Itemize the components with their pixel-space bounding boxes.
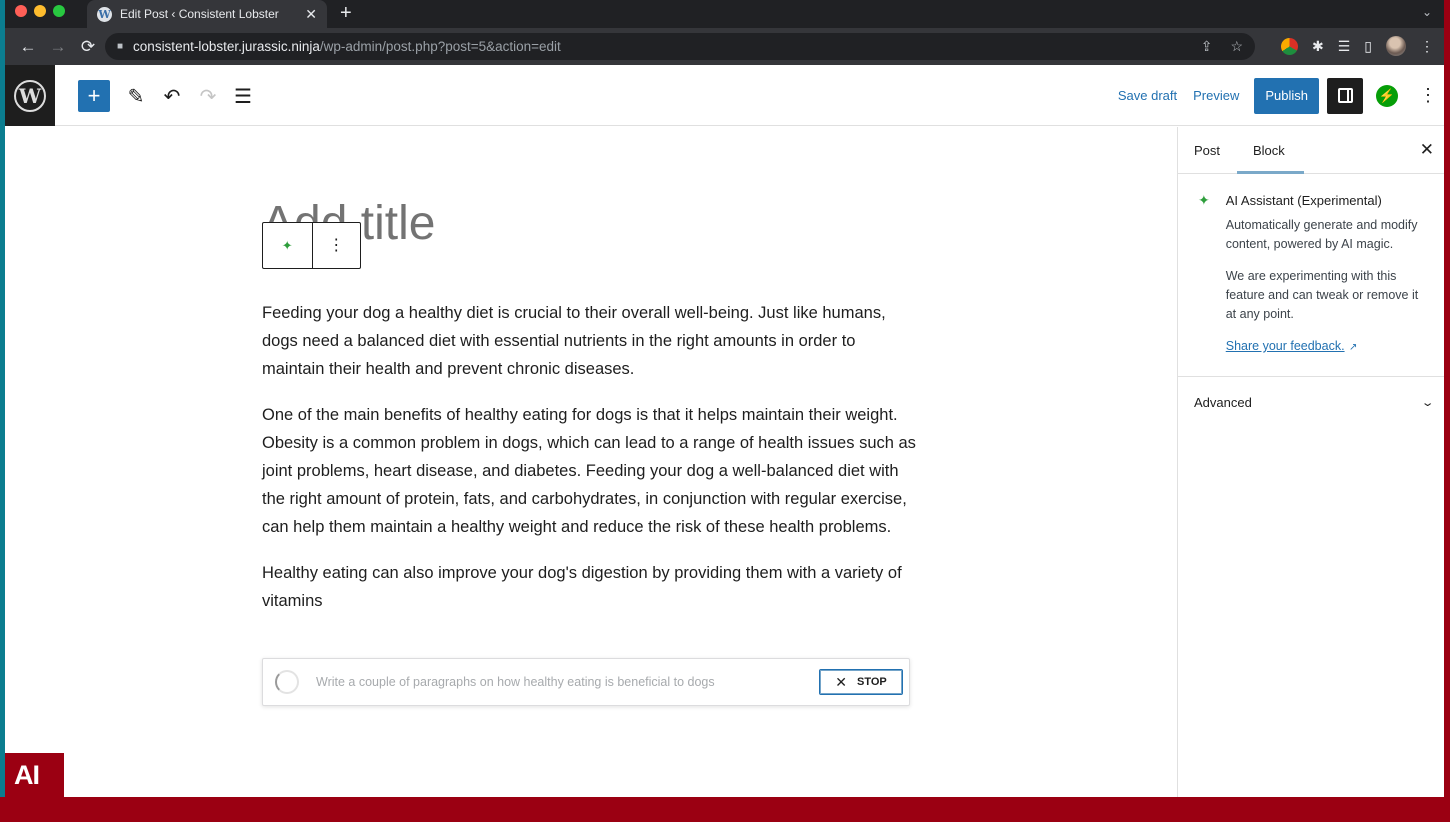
window-controls	[15, 5, 65, 17]
frame-bottom-bar	[0, 797, 1450, 822]
frame-left-border	[0, 0, 5, 797]
undo-icon[interactable]: ↶	[159, 81, 185, 111]
post-content[interactable]: Feeding your dog a healthy diet is cruci…	[262, 299, 917, 633]
header-actions: Save draft Preview Publish ⚡ ⋮	[1110, 65, 1444, 126]
more-vertical-icon: ⋮	[328, 236, 345, 254]
chevron-down-icon: ⌄	[1420, 396, 1435, 409]
ai-sparkle-icon: ✦	[281, 237, 293, 253]
stop-button[interactable]: ✕ STOP	[819, 669, 903, 695]
save-draft-button[interactable]: Save draft	[1110, 88, 1185, 103]
feedback-link[interactable]: Share your feedback.	[1226, 339, 1345, 353]
block-card-description: Automatically generate and modify conten…	[1225, 218, 1418, 251]
url-input[interactable]: ■ consistent-lobster.jurassic.ninja /wp-…	[105, 33, 1255, 60]
tab-post[interactable]: Post	[1194, 143, 1220, 158]
media-control-icon[interactable]: ☰	[1338, 38, 1351, 55]
lock-icon: ■	[117, 41, 124, 52]
list-view-icon[interactable]: ☰	[230, 81, 256, 111]
tab-strip: W Edit Post ‹ Consistent Lobster ✕ + ⌄	[5, 0, 1444, 28]
browser-tab[interactable]: W Edit Post ‹ Consistent Lobster ✕	[87, 0, 327, 28]
share-icon[interactable]: ⇪	[1201, 38, 1213, 55]
browser-menu-icon[interactable]: ⋮	[1420, 38, 1434, 55]
loading-spinner-icon	[275, 670, 299, 694]
close-window-button[interactable]	[15, 5, 27, 17]
jetpack-icon[interactable]: ⚡	[1376, 84, 1398, 107]
close-sidebar-icon[interactable]: ✕	[1420, 140, 1434, 160]
extensions-puzzle-icon[interactable]: ✱	[1312, 38, 1324, 55]
sidebar-tabs: Post Block ✕	[1178, 127, 1444, 174]
frame-right-border	[1444, 0, 1450, 797]
options-menu-icon[interactable]: ⋮	[1416, 85, 1440, 106]
new-tab-button[interactable]: +	[340, 2, 352, 25]
extensions-area: ✱ ☰ ▯ ⋮	[1280, 36, 1434, 56]
external-link-icon: ↗	[1349, 342, 1358, 353]
forward-button[interactable]: →	[43, 37, 73, 57]
wordpress-logo-button[interactable]: W	[5, 65, 55, 126]
editor-canvas: Add title ✦ ⋮ Feeding your dog a healthy…	[5, 127, 1177, 797]
side-panel-icon[interactable]: ▯	[1364, 38, 1372, 55]
tab-block[interactable]: Block	[1253, 143, 1285, 158]
back-button[interactable]: ←	[13, 37, 43, 57]
block-card-note: We are experimenting with this feature a…	[1225, 269, 1419, 321]
profile-avatar[interactable]	[1386, 36, 1406, 56]
redo-icon[interactable]: ↷	[195, 81, 221, 111]
ai-assistant-button[interactable]: ✦	[263, 223, 312, 268]
wordpress-favicon-icon: W	[97, 6, 112, 22]
minimize-window-button[interactable]	[34, 5, 46, 17]
extension-color-icon[interactable]	[1280, 37, 1298, 55]
settings-sidebar: Post Block ✕ ✦ AI Assistant (Experimenta…	[1177, 127, 1444, 797]
sidebar-pane-icon	[1337, 88, 1353, 103]
editor-header: W + ✎ ↶ ↷ ☰ Save draft Preview Publish ⚡…	[5, 65, 1444, 126]
wordpress-logo-icon: W	[14, 79, 46, 112]
advanced-panel-toggle[interactable]: Advanced ⌄	[1178, 377, 1444, 427]
ai-sparkle-icon: ✦	[1198, 192, 1210, 208]
reload-button[interactable]: ⟳	[73, 37, 103, 57]
close-icon: ✕	[835, 673, 847, 690]
browser-window: W Edit Post ‹ Consistent Lobster ✕ + ⌄ ←…	[5, 0, 1444, 797]
ai-overlay-badge: AI	[5, 753, 64, 797]
preview-button[interactable]: Preview	[1185, 88, 1247, 103]
publish-button[interactable]: Publish	[1254, 77, 1319, 114]
paragraph-block[interactable]: One of the main benefits of healthy eati…	[262, 401, 917, 541]
ai-prompt-box: Write a couple of paragraphs on how heal…	[262, 658, 910, 706]
block-options-button[interactable]: ⋮	[311, 223, 361, 268]
tab-search-icon[interactable]: ⌄	[1422, 5, 1432, 19]
settings-toggle-button[interactable]	[1327, 77, 1363, 114]
close-tab-icon[interactable]: ✕	[305, 6, 317, 23]
advanced-label: Advanced	[1194, 394, 1252, 410]
block-card-title: AI Assistant (Experimental)	[1225, 193, 1382, 208]
tab-title: Edit Post ‹ Consistent Lobster	[120, 7, 279, 21]
address-bar: ← → ⟳ ■ consistent-lobster.jurassic.ninj…	[5, 28, 1444, 65]
stop-label: STOP	[856, 676, 887, 688]
tools-pencil-icon[interactable]: ✎	[123, 81, 149, 111]
url-path: /wp-admin/post.php?post=5&action=edit	[319, 39, 561, 54]
url-host: consistent-lobster.jurassic.ninja	[133, 39, 320, 54]
ai-prompt-input[interactable]: Write a couple of paragraphs on how heal…	[316, 675, 819, 689]
block-inserter-button[interactable]: +	[78, 80, 110, 112]
block-toolbar: ✦ ⋮	[262, 222, 361, 269]
block-card: ✦ AI Assistant (Experimental) Automatica…	[1178, 174, 1444, 377]
paragraph-block[interactable]: Healthy eating can also improve your dog…	[262, 559, 917, 615]
maximize-window-button[interactable]	[53, 5, 65, 17]
paragraph-block[interactable]: Feeding your dog a healthy diet is cruci…	[262, 299, 917, 383]
bookmark-star-icon[interactable]: ☆	[1230, 38, 1243, 55]
active-tab-indicator	[1237, 171, 1304, 174]
